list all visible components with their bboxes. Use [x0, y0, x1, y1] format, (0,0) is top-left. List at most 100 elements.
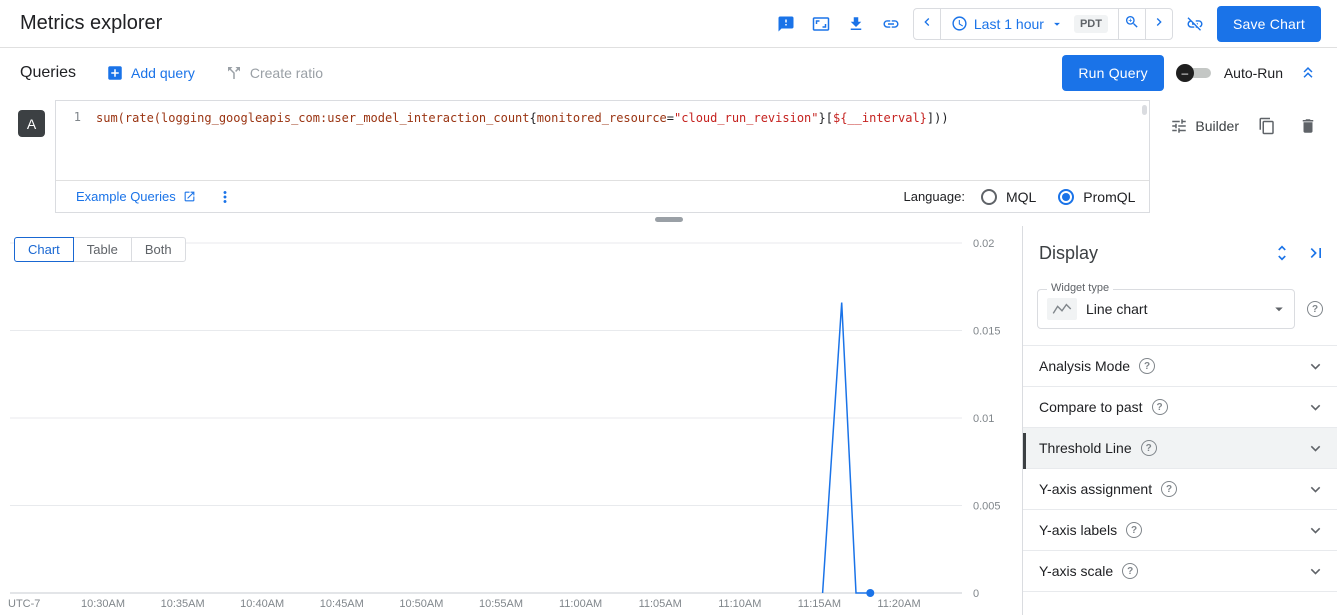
time-range-group: Last 1 hour PDT	[913, 8, 1173, 40]
run-query-button[interactable]: Run Query	[1062, 55, 1164, 91]
example-queries-label: Example Queries	[76, 189, 176, 204]
language-promql-label: PromQL	[1083, 189, 1135, 205]
top-bar: Metrics explorer Last 1 hour PDT Save Ch…	[0, 0, 1337, 48]
page-title: Metrics explorer	[20, 12, 162, 35]
link-off-icon[interactable]	[1182, 11, 1208, 37]
dropdown-caret-icon	[1270, 300, 1288, 318]
widget-type-help-icon[interactable]: ?	[1307, 301, 1323, 317]
tab-both[interactable]: Both	[131, 237, 186, 262]
widget-type-label: Widget type	[1047, 282, 1113, 294]
display-panel-header: Display	[1023, 226, 1337, 266]
language-mql-radio[interactable]: MQL	[981, 189, 1036, 205]
section-analysis-mode[interactable]: Analysis Mode ?	[1023, 346, 1337, 387]
collapse-panel-icon[interactable]	[1303, 240, 1329, 266]
y-tick-label: 0.015	[973, 326, 1001, 338]
create-ratio-button[interactable]: Create ratio	[225, 64, 323, 82]
drag-handle[interactable]	[655, 217, 683, 222]
open-in-new-icon	[183, 190, 196, 203]
x-tick-label: 10:45AM	[320, 598, 364, 610]
collapse-queries-icon[interactable]	[1295, 60, 1321, 86]
help-icon[interactable]: ?	[1126, 522, 1142, 538]
feedback-icon[interactable]	[773, 11, 799, 37]
queries-title: Queries	[20, 64, 76, 82]
chevron-down-icon	[1306, 439, 1325, 458]
copy-icon[interactable]	[1254, 113, 1280, 139]
time-forward-icon[interactable]	[1146, 9, 1172, 35]
timezone-label: UTC-7	[8, 598, 40, 610]
example-queries-link[interactable]: Example Queries	[76, 189, 196, 204]
add-query-button[interactable]: Add query	[106, 64, 195, 82]
tab-table[interactable]: Table	[73, 237, 132, 262]
time-range-label: Last 1 hour	[974, 16, 1044, 32]
section-y-axis-labels[interactable]: Y-axis labels ?	[1023, 510, 1337, 551]
radio-unchecked-icon	[981, 189, 997, 205]
query-editor-section: A 1 sum(rate(logging_googleapis_com:user…	[0, 98, 1337, 213]
editor-footer: Example Queries Language: MQL PromQL	[56, 180, 1149, 212]
language-mql-label: MQL	[1006, 189, 1036, 205]
widget-type-row: Widget type Line chart ?	[1037, 289, 1323, 329]
display-panel: Display Widget type Line chart ? Analysi…	[1022, 226, 1337, 615]
help-icon[interactable]: ?	[1161, 481, 1177, 497]
tab-chart[interactable]: Chart	[14, 237, 74, 262]
code-content: sum(rate(logging_googleapis_com:user_mod…	[96, 110, 949, 180]
display-sections: Analysis Mode ? Compare to past ? Thresh…	[1023, 345, 1337, 592]
chevron-down-icon	[1306, 480, 1325, 499]
help-icon[interactable]: ?	[1152, 399, 1168, 415]
display-panel-title: Display	[1039, 243, 1261, 264]
chart-area: 0.020.0150.010.005010:30AM10:35AM10:40AM…	[0, 226, 1022, 615]
x-tick-label: 11:00AM	[559, 598, 602, 610]
chart-svg[interactable]: 0.020.0150.010.005010:30AM10:35AM10:40AM…	[0, 226, 1022, 615]
section-y-axis-assignment[interactable]: Y-axis assignment ?	[1023, 469, 1337, 510]
y-tick-label: 0.005	[973, 501, 1001, 513]
widget-type-value: Line chart	[1086, 301, 1261, 317]
x-tick-label: 10:55AM	[479, 598, 523, 610]
tune-icon	[1170, 117, 1188, 135]
x-tick-label: 10:40AM	[240, 598, 284, 610]
help-icon[interactable]: ?	[1139, 358, 1155, 374]
x-tick-label: 11:20AM	[877, 598, 920, 610]
x-tick-label: 10:30AM	[81, 598, 125, 610]
save-chart-button[interactable]: Save Chart	[1217, 6, 1321, 42]
help-icon[interactable]: ?	[1141, 440, 1157, 456]
view-tabs: Chart Table Both	[14, 237, 186, 262]
section-y-axis-scale[interactable]: Y-axis scale ?	[1023, 551, 1337, 592]
language-promql-radio[interactable]: PromQL	[1058, 189, 1135, 205]
builder-toggle[interactable]: Builder	[1170, 117, 1239, 135]
delete-icon[interactable]	[1295, 113, 1321, 139]
line-number: 1	[56, 110, 96, 180]
expand-view-icon[interactable]	[808, 11, 834, 37]
y-tick-label: 0.01	[973, 413, 994, 425]
builder-label: Builder	[1195, 118, 1239, 134]
editor-scrollbar[interactable]	[1142, 105, 1147, 115]
series-end-dot	[866, 589, 874, 597]
x-tick-label: 11:10AM	[718, 598, 761, 610]
query-letter-chip[interactable]: A	[18, 110, 45, 137]
time-range-selector[interactable]: Last 1 hour PDT	[941, 9, 1118, 39]
download-icon[interactable]	[843, 11, 869, 37]
auto-run-toggle[interactable]: –	[1176, 64, 1212, 82]
link-icon[interactable]	[878, 11, 904, 37]
language-label: Language:	[903, 189, 964, 204]
series-line	[823, 303, 871, 594]
query-editor-box: 1 sum(rate(logging_googleapis_com:user_m…	[55, 100, 1150, 213]
zoom-in-time-icon[interactable]	[1119, 9, 1145, 35]
x-tick-label: 10:50AM	[399, 598, 443, 610]
x-tick-label: 11:15AM	[798, 598, 841, 610]
chevron-down-icon	[1306, 357, 1325, 376]
add-box-icon	[106, 64, 124, 82]
time-back-icon[interactable]	[914, 9, 940, 35]
chevron-down-icon	[1306, 562, 1325, 581]
editor-actions: Builder	[1170, 113, 1321, 139]
y-tick-label: 0.02	[973, 238, 994, 250]
widget-type-select[interactable]: Widget type Line chart	[1037, 289, 1295, 329]
help-icon[interactable]: ?	[1122, 563, 1138, 579]
radio-checked-icon	[1058, 189, 1074, 205]
more-menu-icon[interactable]	[212, 184, 238, 210]
code-editor[interactable]: 1 sum(rate(logging_googleapis_com:user_m…	[56, 101, 1149, 180]
panel-scrollbar-thumb[interactable]	[1023, 433, 1026, 469]
section-threshold-line[interactable]: Threshold Line ?	[1023, 428, 1337, 469]
unfold-sections-icon[interactable]	[1269, 240, 1295, 266]
auto-run-label: Auto-Run	[1224, 65, 1283, 81]
timezone-badge: PDT	[1074, 15, 1108, 33]
section-compare-to-past[interactable]: Compare to past ?	[1023, 387, 1337, 428]
